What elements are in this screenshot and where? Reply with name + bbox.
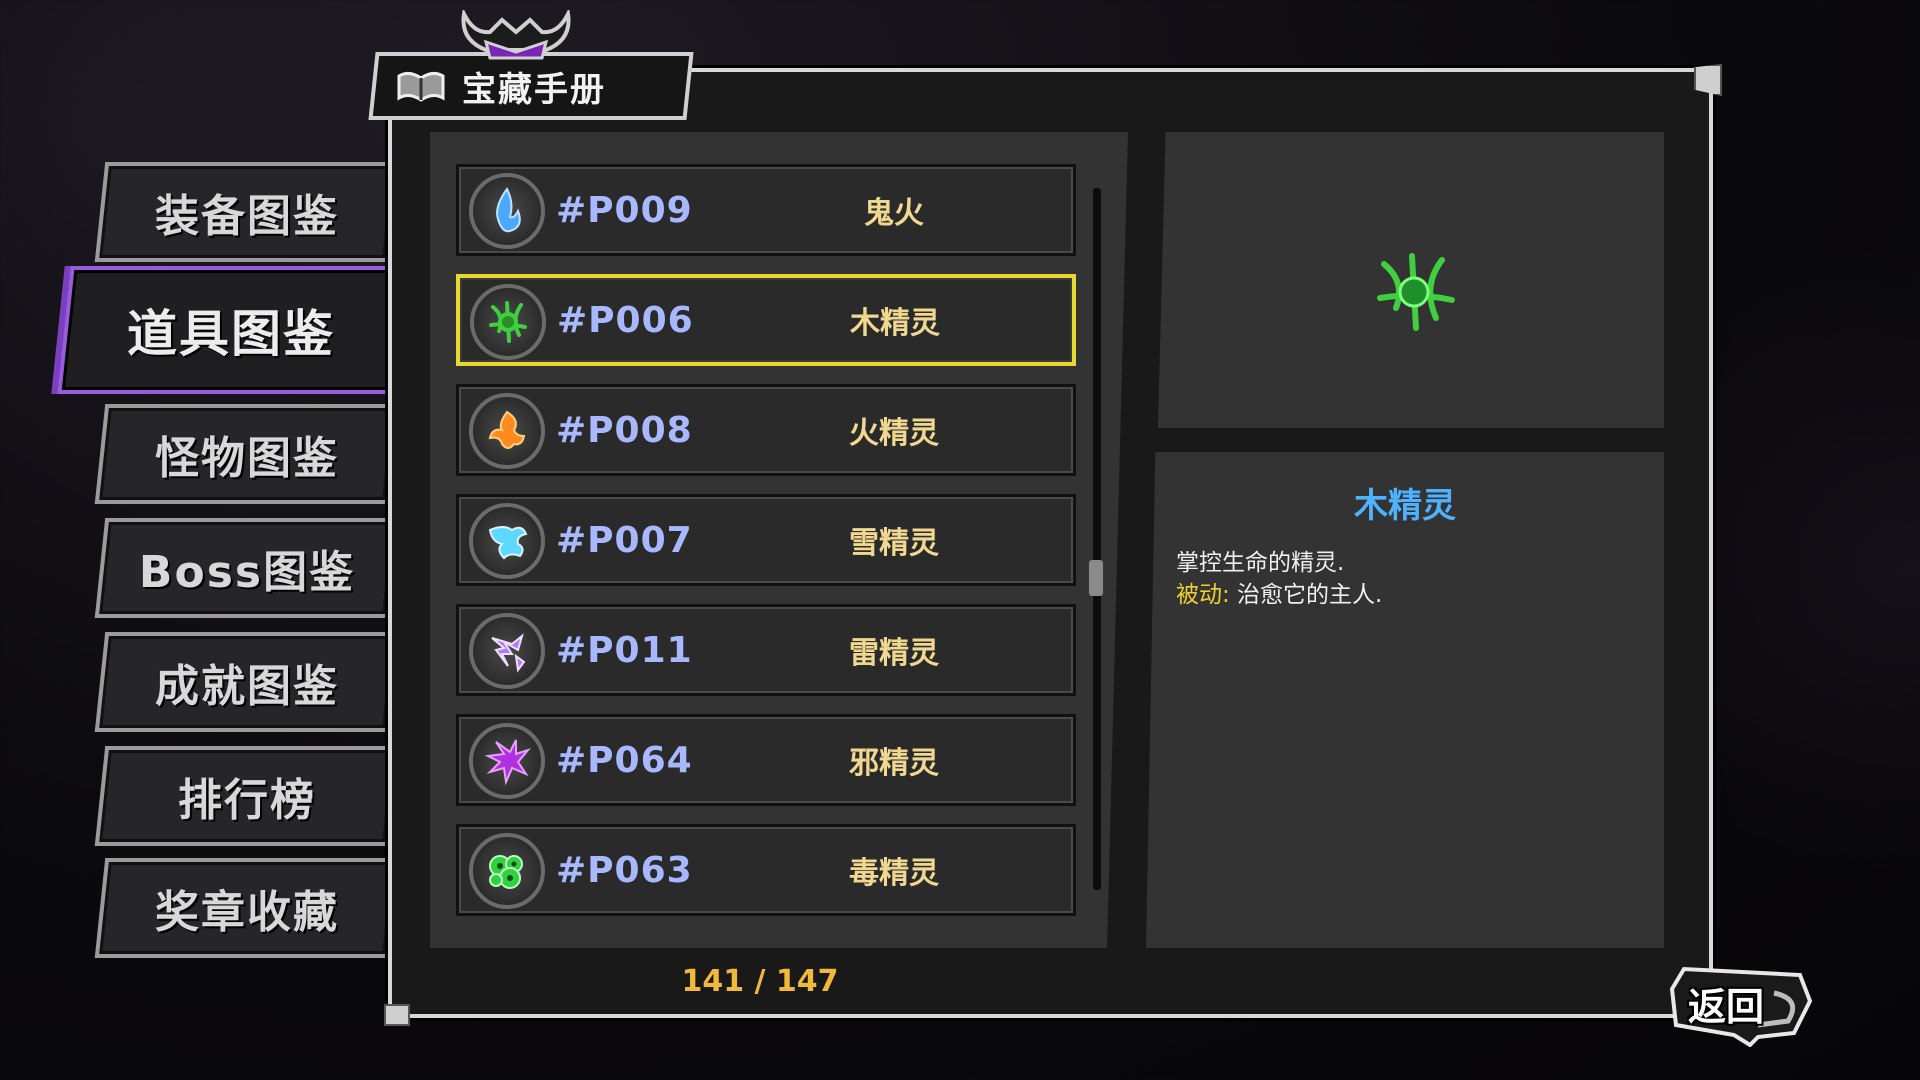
tab-leaderboard[interactable]: 排行榜 (94, 746, 396, 846)
poison-spirit-icon (469, 833, 545, 909)
list-item-selected[interactable]: #P006 木精灵 (456, 274, 1076, 366)
item-name: 雷精灵 (849, 636, 939, 671)
thunder-spirit-icon (469, 613, 545, 689)
item-code: #P007 (556, 519, 693, 561)
tab-item-codex[interactable]: 道具图鉴 (57, 266, 401, 394)
book-icon (397, 71, 445, 102)
item-code: #P011 (556, 629, 693, 671)
list-item[interactable]: #P064 邪精灵 (456, 714, 1076, 806)
item-code: #P009 (556, 189, 693, 231)
list-item[interactable]: #P009 鬼火 (456, 164, 1076, 256)
tab-label: 奖章收藏 (155, 887, 339, 938)
list-item[interactable]: #P007 雪精灵 (456, 494, 1076, 586)
item-code: #P006 (557, 299, 694, 341)
passive-text: 治愈它的主人. (1229, 582, 1383, 608)
tab-label: Boss图鉴 (138, 547, 356, 598)
tab-boss-codex[interactable]: Boss图鉴 (94, 518, 396, 618)
page-title: 宝藏手册 (462, 69, 606, 110)
fire-spirit-icon (469, 393, 545, 469)
page-counter: 141 / 147 (681, 964, 839, 999)
list-item[interactable]: #P063 毒精灵 (456, 824, 1076, 916)
tab-label: 排行榜 (178, 775, 316, 826)
tab-label: 装备图鉴 (155, 191, 339, 242)
blue-flame-icon (469, 173, 545, 249)
detail-passive: 被动: 治愈它的主人. (1176, 575, 1382, 609)
tab-medal-collection[interactable]: 奖章收藏 (94, 858, 396, 958)
wood-spirit-icon (1377, 253, 1455, 331)
frame-corner (384, 1004, 410, 1026)
item-name: 鬼火 (864, 196, 924, 231)
detail-description: 掌控生命的精灵. (1176, 550, 1345, 576)
return-button-label[interactable]: 返回 (1688, 976, 1764, 1031)
item-code: #P008 (556, 409, 693, 451)
tab-monster-codex[interactable]: 怪物图鉴 (94, 404, 396, 504)
item-name: 邪精灵 (849, 746, 939, 781)
tab-equipment-codex[interactable]: 装备图鉴 (94, 162, 396, 262)
scrollbar-track[interactable] (1093, 188, 1101, 890)
demon-crown-icon (461, 10, 571, 60)
item-name: 毒精灵 (849, 856, 939, 891)
tab-label: 怪物图鉴 (155, 433, 339, 484)
list-item[interactable]: #P008 火精灵 (456, 384, 1076, 476)
item-name: 火精灵 (849, 416, 939, 451)
evil-spirit-icon (469, 723, 545, 799)
snow-spirit-icon (469, 503, 545, 579)
passive-label: 被动: (1176, 582, 1230, 608)
tab-label: 道具图鉴 (127, 305, 335, 363)
tab-label: 成就图鉴 (155, 661, 339, 712)
item-name: 木精灵 (850, 306, 940, 341)
list-item[interactable]: #P011 雷精灵 (456, 604, 1076, 696)
background-swirl (1700, 120, 1920, 1020)
wood-spirit-icon (470, 284, 546, 360)
tab-achievement-codex[interactable]: 成就图鉴 (94, 632, 396, 732)
detail-item-name: 木精灵 (1354, 486, 1456, 526)
item-code: #P064 (556, 739, 693, 781)
scrollbar-thumb[interactable] (1089, 560, 1103, 596)
item-name: 雪精灵 (849, 526, 939, 561)
item-code: #P063 (556, 849, 693, 891)
